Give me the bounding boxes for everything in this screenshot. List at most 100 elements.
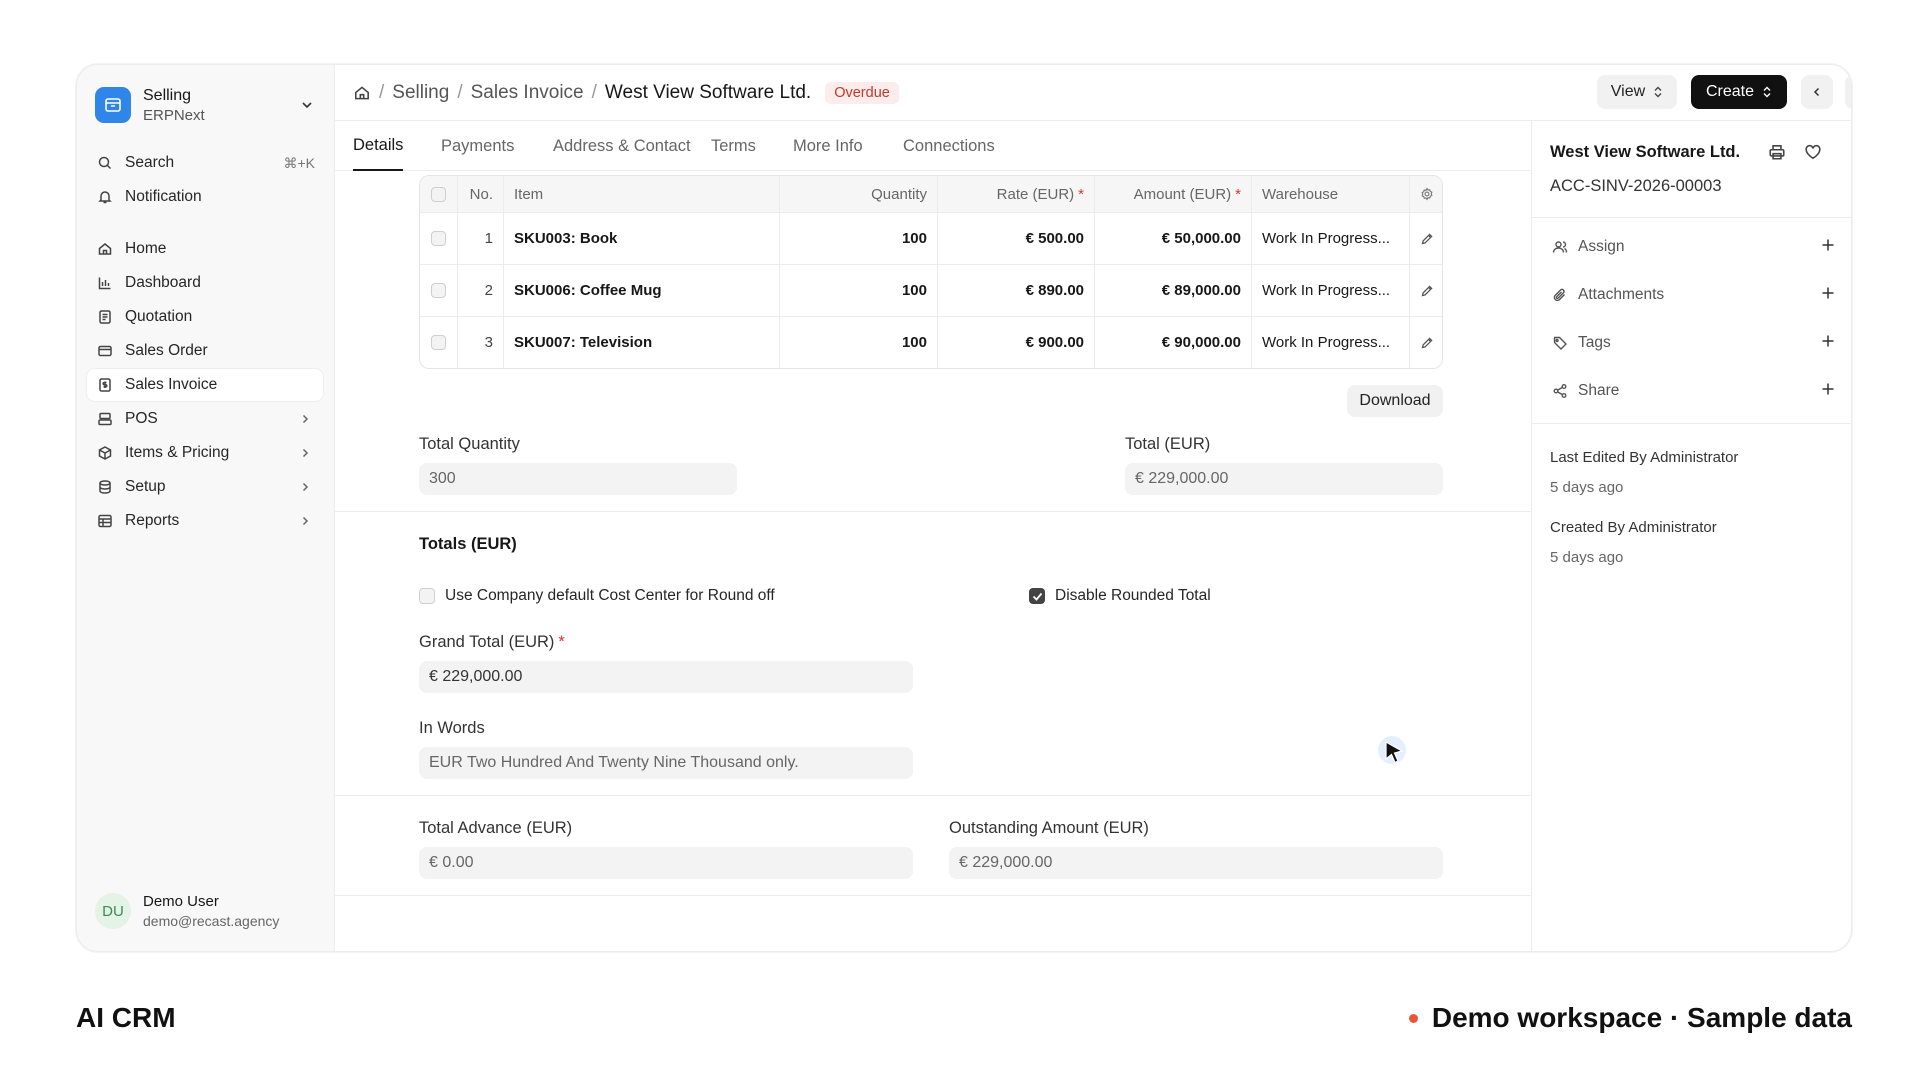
sidebar-notification[interactable]: Notification [87,181,323,213]
bar-chart-icon [95,273,115,293]
sidebar-item-label: Sales Order [125,342,208,359]
row-amount[interactable]: € 50,000.00 [1095,213,1252,264]
row-amount[interactable]: € 89,000.00 [1095,265,1252,316]
sidebar-item-pos[interactable]: POS [87,403,323,435]
workspace-switcher[interactable]: Selling ERPNext [95,81,317,129]
share-icon [1550,381,1570,401]
check-icon [1029,588,1045,604]
last-edited-time: 5 days ago [1550,479,1624,496]
items-table: No. Item Quantity Rate (EUR) * Amount (EU… [419,175,1443,369]
grand-total-field[interactable]: € 229,000.00 [419,661,913,693]
row-rate[interactable]: € 500.00 [938,213,1095,264]
sort-icon [1653,86,1663,98]
tab-connections[interactable]: Connections [903,121,995,171]
use-company-cost-center-checkbox[interactable]: Use Company default Cost Center for Roun… [419,587,775,605]
sidebar-item-items-pricing[interactable]: Items & Pricing [87,437,323,469]
tab-details[interactable]: Details [353,121,404,171]
row-warehouse[interactable]: Work In Progress... [1252,265,1410,316]
plus-icon[interactable] [1820,237,1836,258]
tab-more-info[interactable]: More Info [793,121,863,171]
plus-icon[interactable] [1820,333,1836,354]
row-qty[interactable]: 100 [780,213,938,264]
sidebar-item-setup[interactable]: Setup [87,471,323,503]
col-rate-label: Rate (EUR) [996,185,1075,203]
attachments-row[interactable]: Attachments [1550,279,1836,311]
row-amount[interactable]: € 90,000.00 [1095,317,1252,368]
tab-payments[interactable]: Payments [441,121,514,171]
col-amount: Amount (EUR) * [1095,176,1252,212]
next-button[interactable] [1845,75,1851,109]
breadcrumb-selling[interactable]: Selling [392,82,449,104]
sidebar-item-label: POS [125,410,158,427]
row-rate[interactable]: € 890.00 [938,265,1095,316]
row-qty[interactable]: 100 [780,265,938,316]
sidebar-search[interactable]: Search ⌘+K [87,147,323,179]
table-row[interactable]: 3 SKU007: Television 100 € 900.00 € 90,0… [420,316,1442,368]
in-words-field[interactable]: EUR Two Hundred And Twenty Nine Thousand… [419,747,913,779]
view-button-label: View [1610,83,1646,100]
table-row[interactable]: 1 SKU003: Book 100 € 500.00 € 50,000.00 … [420,212,1442,264]
row-warehouse[interactable]: Work In Progress... [1252,317,1410,368]
user-menu[interactable]: DU Demo User demo@recast.agency [95,887,317,935]
pencil-icon[interactable] [1410,317,1442,368]
plus-icon[interactable] [1820,285,1836,306]
tag-icon [1550,333,1570,353]
sidebar-item-home[interactable]: Home [87,233,323,265]
row-checkbox[interactable] [420,213,458,264]
breadcrumb-sales-invoice[interactable]: Sales Invoice [471,82,584,104]
pencil-icon[interactable] [1410,265,1442,316]
total-advance-field[interactable]: € 0.00 [419,847,913,879]
database-icon [95,477,115,497]
row-checkbox[interactable] [420,265,458,316]
home-icon[interactable] [353,84,371,102]
checkbox-unchecked [419,588,435,604]
sidebar-item-quotation[interactable]: Quotation [87,301,323,333]
outstanding-amount-field[interactable]: € 229,000.00 [949,847,1443,879]
plus-icon[interactable] [1820,381,1836,402]
tags-row[interactable]: Tags [1550,327,1836,359]
total-field[interactable]: € 229,000.00 [1125,463,1443,495]
card-icon [95,341,115,361]
home-icon [95,239,115,259]
table-row[interactable]: 2 SKU006: Coffee Mug 100 € 890.00 € 89,0… [420,264,1442,316]
download-button[interactable]: Download [1347,385,1443,417]
tab-address-contact[interactable]: Address & Contact [553,121,691,171]
row-warehouse[interactable]: Work In Progress... [1252,213,1410,264]
gear-icon[interactable] [1410,176,1442,212]
heart-icon[interactable] [1804,143,1824,163]
total-quantity-label: Total Quantity [419,435,520,453]
avatar: DU [95,893,131,929]
document-id: ACC-SINV-2026-00003 [1550,177,1722,195]
row-item[interactable]: SKU003: Book [504,213,780,264]
create-button[interactable]: Create [1691,75,1787,109]
grand-total-label: Grand Total (EUR) * [419,633,565,651]
row-qty[interactable]: 100 [780,317,938,368]
view-button[interactable]: View [1597,75,1677,109]
select-all-checkbox[interactable] [420,176,458,212]
in-words-label: In Words [419,719,485,737]
previous-button[interactable] [1801,75,1833,109]
divider [1532,423,1851,424]
sidebar: Selling ERPNext Search ⌘+K Notification … [77,65,335,951]
outstanding-amount-label: Outstanding Amount (EUR) [949,819,1149,837]
app-window: Selling ERPNext Search ⌘+K Notification … [76,64,1852,952]
sidebar-item-reports[interactable]: Reports [87,505,323,537]
row-checkbox[interactable] [420,317,458,368]
sidebar-item-sales-order[interactable]: Sales Order [87,335,323,367]
tab-terms[interactable]: Terms [711,121,756,171]
row-rate[interactable]: € 900.00 [938,317,1095,368]
footer-brand: AI CRM [76,1002,176,1033]
paperclip-icon [1550,285,1570,305]
share-row[interactable]: Share [1550,375,1836,407]
row-item[interactable]: SKU007: Television [504,317,780,368]
disable-rounded-total-checkbox[interactable]: Disable Rounded Total [1029,587,1211,605]
assign-row[interactable]: Assign [1550,231,1836,263]
total-quantity-field[interactable]: 300 [419,463,737,495]
divider [1532,217,1851,218]
sidebar-item-sales-invoice[interactable]: Sales Invoice [87,369,323,401]
row-item[interactable]: SKU006: Coffee Mug [504,265,780,316]
pencil-icon[interactable] [1410,213,1442,264]
printer-icon[interactable] [1768,143,1788,163]
created-by: Created By Administrator [1550,519,1717,536]
sidebar-item-dashboard[interactable]: Dashboard [87,267,323,299]
